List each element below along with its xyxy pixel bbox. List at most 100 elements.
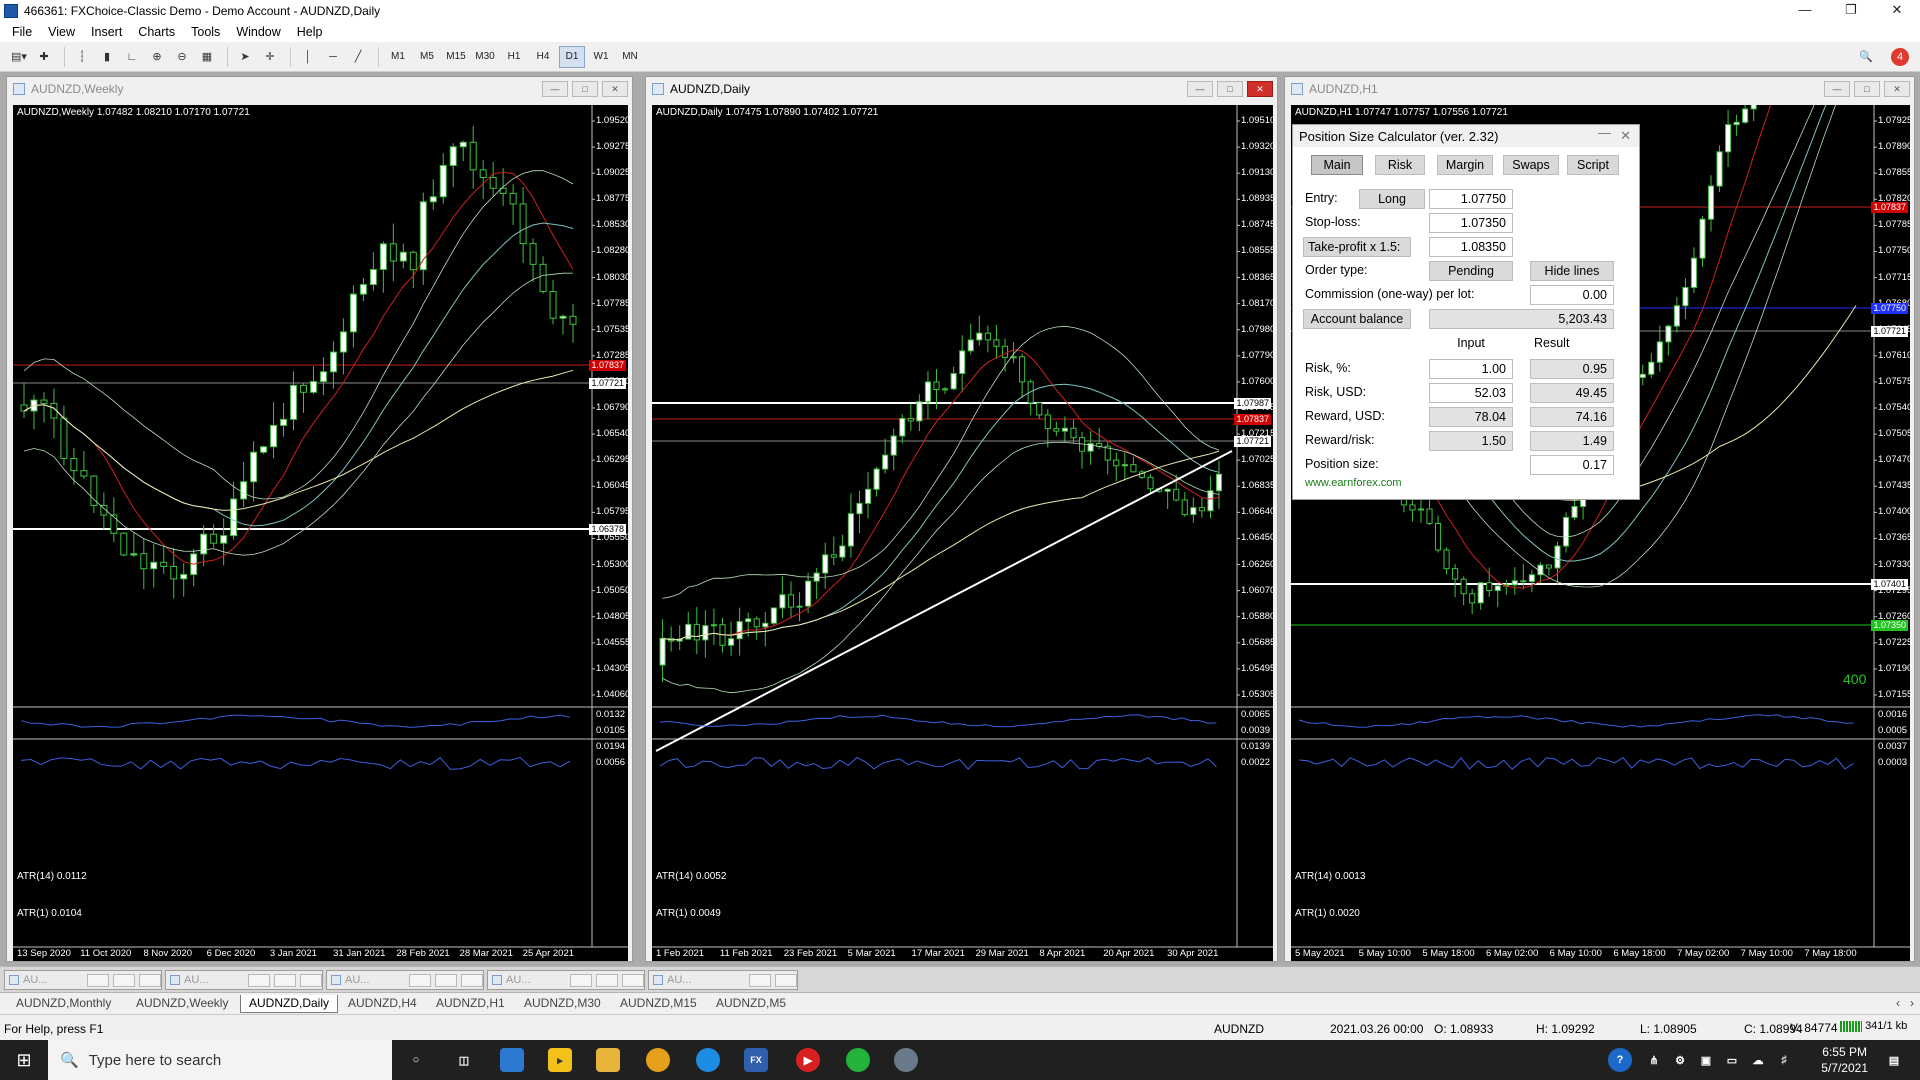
chart-plot-daily[interactable]: AUDNZD,Daily 1.07475 1.07890 1.07402 1.0… (652, 105, 1275, 961)
tf-mn[interactable]: MN (617, 46, 643, 68)
chart-plot-weekly[interactable]: AUDNZD,Weekly 1.07482 1.08210 1.07170 1.… (13, 105, 630, 961)
maximize-button[interactable]: □ (572, 81, 598, 97)
minimized-window[interactable]: AU... (326, 970, 484, 990)
restore-button[interactable] (409, 973, 431, 987)
maximize-button[interactable] (274, 973, 296, 987)
close-button[interactable]: ✕ (602, 81, 628, 97)
whatsapp-icon[interactable] (846, 1048, 870, 1072)
psc-header[interactable]: Position Size Calculator (ver. 2.32) — ✕ (1293, 125, 1639, 147)
menu-window[interactable]: Window (228, 25, 288, 39)
tray-icon[interactable]: ⚙ (1668, 1048, 1692, 1072)
cortana-icon[interactable]: ○ (404, 1048, 428, 1072)
tf-h4[interactable]: H4 (530, 46, 556, 68)
commission-input[interactable]: 0.00 (1530, 285, 1614, 305)
chart-window-weekly[interactable]: AUDNZD,Weekly — □ ✕ AUDNZD,Weekly 1.0748… (6, 76, 633, 962)
presentation-app-icon[interactable]: ▸ (548, 1048, 572, 1072)
vertical-line-icon[interactable]: │ (297, 46, 319, 68)
psc-minimize-icon[interactable]: — (1598, 125, 1611, 140)
close-button[interactable]: ✕ (1247, 81, 1273, 97)
cursor-icon[interactable]: ➤ (234, 46, 256, 68)
close-button[interactable] (622, 973, 644, 987)
order-type-button[interactable]: Pending (1429, 261, 1513, 281)
menu-charts[interactable]: Charts (130, 25, 183, 39)
take-profit-input[interactable]: 1.08350 (1429, 237, 1513, 257)
take-profit-button[interactable]: Take-profit x 1.5: (1303, 237, 1411, 257)
menu-tools[interactable]: Tools (183, 25, 228, 39)
search-icon[interactable]: 🔍 (1855, 46, 1877, 68)
close-button[interactable] (139, 973, 161, 987)
menu-insert[interactable]: Insert (83, 25, 130, 39)
trendline-icon[interactable]: ╱ (347, 46, 369, 68)
bluetooth-icon[interactable]: ⋔ (1642, 1048, 1666, 1072)
taskbar-clock[interactable]: 6:55 PM 5/7/2021 (1821, 1044, 1868, 1076)
psc-close-icon[interactable]: ✕ (1620, 128, 1631, 144)
risk-percent-input[interactable]: 1.00 (1429, 359, 1513, 379)
tf-h1[interactable]: H1 (501, 46, 527, 68)
tab-audnzd-m5[interactable]: AUDNZD,M5 (708, 995, 794, 1013)
position-size-value[interactable]: 0.17 (1530, 455, 1614, 475)
new-chart-icon[interactable]: ▤▾ (8, 46, 30, 68)
help-icon[interactable]: ? (1608, 1048, 1632, 1072)
tf-m15[interactable]: M15 (443, 46, 469, 68)
restore-button[interactable] (570, 973, 592, 987)
notification-center-icon[interactable]: ▤ (1882, 1048, 1906, 1072)
maximize-button[interactable]: □ (1217, 81, 1243, 97)
menu-help[interactable]: Help (289, 25, 331, 39)
tab-audnzd-h4[interactable]: AUDNZD,H4 (340, 995, 425, 1013)
app-icon[interactable] (894, 1048, 918, 1072)
tab-audnzd-daily[interactable]: AUDNZD,Daily (240, 995, 339, 1013)
minimize-button[interactable]: — (542, 81, 568, 97)
tab-audnzd-h1[interactable]: AUDNZD,H1 (428, 995, 513, 1013)
candlestick-icon[interactable]: ▮ (96, 46, 118, 68)
bar-chart-icon[interactable]: ┆ (71, 46, 93, 68)
crosshair-tool-icon[interactable]: ✛ (259, 46, 281, 68)
notifications-icon[interactable]: 4 (1891, 47, 1909, 66)
chrome-icon[interactable] (646, 1048, 670, 1072)
menu-view[interactable]: View (40, 25, 83, 39)
tf-m5[interactable]: M5 (414, 46, 440, 68)
line-chart-icon[interactable]: ∟ (121, 46, 143, 68)
account-balance-button[interactable]: Account balance (1303, 309, 1411, 329)
zoom-out-icon[interactable]: ⊖ (171, 46, 193, 68)
task-view-icon[interactable]: ◫ (452, 1048, 476, 1072)
psc-tab-risk[interactable]: Risk (1375, 155, 1425, 175)
close-button[interactable] (461, 973, 483, 987)
restore-button[interactable]: ❐ (1828, 0, 1874, 22)
maximize-button[interactable] (596, 973, 618, 987)
maximize-button[interactable]: □ (1854, 81, 1880, 97)
psc-tab-swaps[interactable]: Swaps (1503, 155, 1559, 175)
file-explorer-icon[interactable] (596, 1048, 620, 1072)
psc-tab-margin[interactable]: Margin (1437, 155, 1493, 175)
tf-m30[interactable]: M30 (472, 46, 498, 68)
fxchoice-terminal-icon[interactable]: FX (744, 1048, 768, 1072)
windows-start-icon[interactable]: ⊞ (0, 1040, 48, 1080)
minimized-window[interactable]: AU... (165, 970, 323, 990)
network-icon[interactable]: ▣ (1694, 1048, 1718, 1072)
onedrive-icon[interactable]: ☁ (1746, 1048, 1770, 1072)
psc-tab-main[interactable]: Main (1311, 155, 1363, 175)
minimized-window[interactable]: AU... (4, 970, 162, 990)
hide-lines-button[interactable]: Hide lines (1530, 261, 1614, 281)
restore-button[interactable] (749, 973, 771, 987)
tf-d1[interactable]: D1 (559, 45, 585, 68)
volume-icon[interactable]: ♯ (1772, 1048, 1796, 1072)
edge-icon[interactable] (696, 1048, 720, 1072)
psc-tab-script[interactable]: Script (1567, 155, 1619, 175)
minimize-button[interactable]: — (1782, 0, 1828, 22)
menu-file[interactable]: File (4, 25, 40, 39)
stop-loss-input[interactable]: 1.07350 (1429, 213, 1513, 233)
maximize-button[interactable] (435, 973, 457, 987)
minimize-button[interactable]: — (1824, 81, 1850, 97)
horizontal-line-icon[interactable]: ─ (322, 46, 344, 68)
direction-button[interactable]: Long (1359, 189, 1425, 209)
restore-button[interactable] (248, 973, 270, 987)
close-button[interactable] (300, 973, 322, 987)
tab-scroll-right-icon[interactable]: › (1902, 995, 1920, 1013)
risk-usd-input[interactable]: 52.03 (1429, 383, 1513, 403)
minimized-window[interactable]: AU... (487, 970, 645, 990)
media-player-icon[interactable]: ▶ (796, 1048, 820, 1072)
entry-input[interactable]: 1.07750 (1429, 189, 1513, 209)
desktop-app-icon[interactable] (500, 1048, 524, 1072)
maximize-button[interactable] (113, 973, 135, 987)
close-button[interactable]: ✕ (1874, 0, 1920, 22)
